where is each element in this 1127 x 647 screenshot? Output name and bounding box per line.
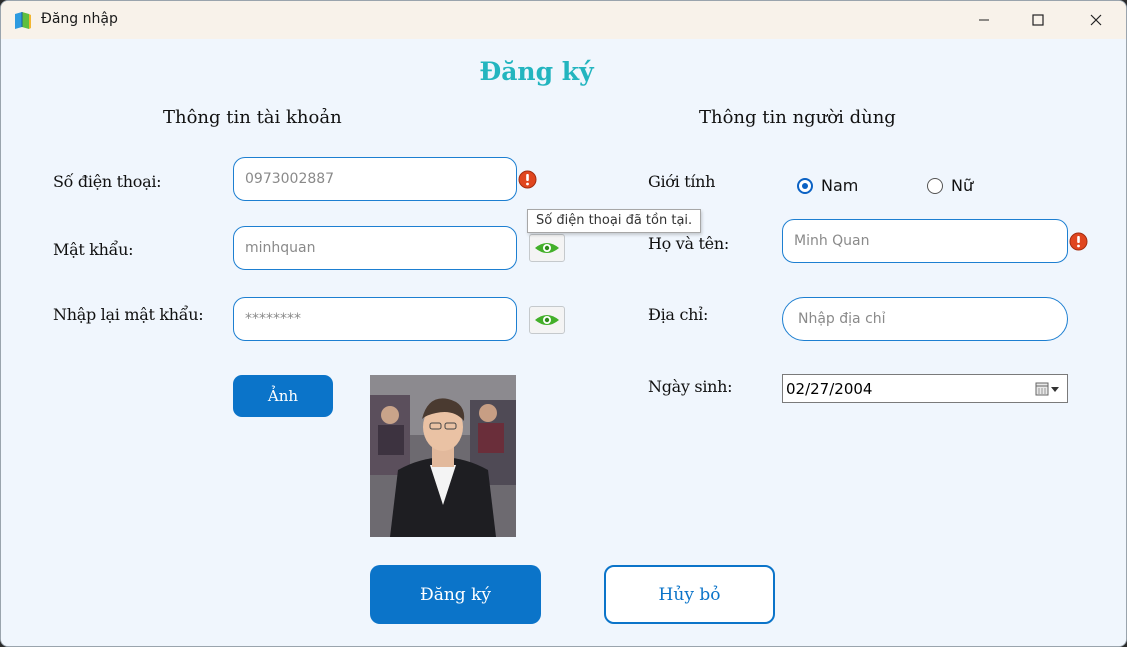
- phone-label: Số điện thoại:: [53, 172, 162, 191]
- page-title: Đăng ký: [479, 57, 594, 86]
- gender-female-label: Nữ: [951, 176, 974, 195]
- register-button[interactable]: Đăng ký: [370, 565, 541, 624]
- phone-value: 0973002887: [245, 171, 335, 187]
- register-window: Đăng nhập Đăng ký Thông tin tài khoản Số…: [0, 0, 1127, 647]
- full-name-label: Họ và tên:: [648, 234, 729, 253]
- title-bar: Đăng nhập: [1, 1, 1126, 39]
- eye-icon: [535, 315, 559, 325]
- form-area: Đăng ký Thông tin tài khoản Số điện thoạ…: [1, 39, 1126, 646]
- address-input[interactable]: Nhập địa chỉ: [782, 297, 1068, 341]
- minimize-button[interactable]: [955, 1, 1013, 39]
- minimize-icon: [979, 19, 989, 21]
- profile-photo: [370, 375, 516, 537]
- calendar-dropdown-icon: [1035, 382, 1059, 396]
- address-placeholder: Nhập địa chỉ: [798, 311, 886, 327]
- full-name-error-icon: [1069, 232, 1088, 251]
- choose-photo-button[interactable]: Ảnh: [233, 375, 333, 417]
- address-label: Địa chỉ:: [648, 305, 709, 324]
- show-password-button[interactable]: [529, 234, 565, 262]
- radio-selected-icon: [797, 177, 813, 194]
- gender-male-label: Nam: [821, 176, 859, 195]
- phone-error-tooltip: Số điện thoại đã tồn tại.: [527, 209, 702, 233]
- maximize-icon: [1032, 14, 1044, 26]
- radio-unselected-icon: [927, 177, 943, 194]
- close-icon: [1090, 14, 1102, 26]
- password-input[interactable]: minhquan: [233, 226, 517, 270]
- eye-icon: [535, 243, 559, 253]
- maximize-button[interactable]: [1009, 1, 1067, 39]
- confirm-password-input[interactable]: ********: [233, 297, 517, 341]
- account-section-title: Thông tin tài khoản: [163, 107, 342, 128]
- full-name-value: Minh Quan: [794, 233, 870, 249]
- password-value: minhquan: [245, 240, 316, 256]
- date-dropdown-button[interactable]: [1032, 379, 1064, 399]
- app-book-icon: [15, 12, 31, 29]
- confirm-password-value: ********: [245, 311, 301, 327]
- show-confirm-password-button[interactable]: [529, 306, 565, 334]
- window-title: Đăng nhập: [41, 11, 118, 27]
- cancel-button[interactable]: Hủy bỏ: [604, 565, 775, 624]
- phone-error-icon: [518, 170, 537, 189]
- birthday-date-picker[interactable]: 02/27/2004: [782, 374, 1068, 403]
- confirm-password-label: Nhập lại mật khẩu:: [53, 305, 204, 324]
- gender-female-radio[interactable]: Nữ: [927, 176, 973, 195]
- full-name-input[interactable]: Minh Quan: [782, 219, 1068, 263]
- user-section-title: Thông tin người dùng: [699, 107, 896, 128]
- gender-label: Giới tính: [648, 172, 716, 191]
- birthday-value: 02/27/2004: [786, 380, 873, 398]
- close-button[interactable]: [1067, 1, 1125, 39]
- phone-input[interactable]: 0973002887: [233, 157, 517, 201]
- gender-male-radio[interactable]: Nam: [797, 176, 858, 195]
- birthday-label: Ngày sinh:: [648, 377, 733, 396]
- password-label: Mật khẩu:: [53, 240, 134, 259]
